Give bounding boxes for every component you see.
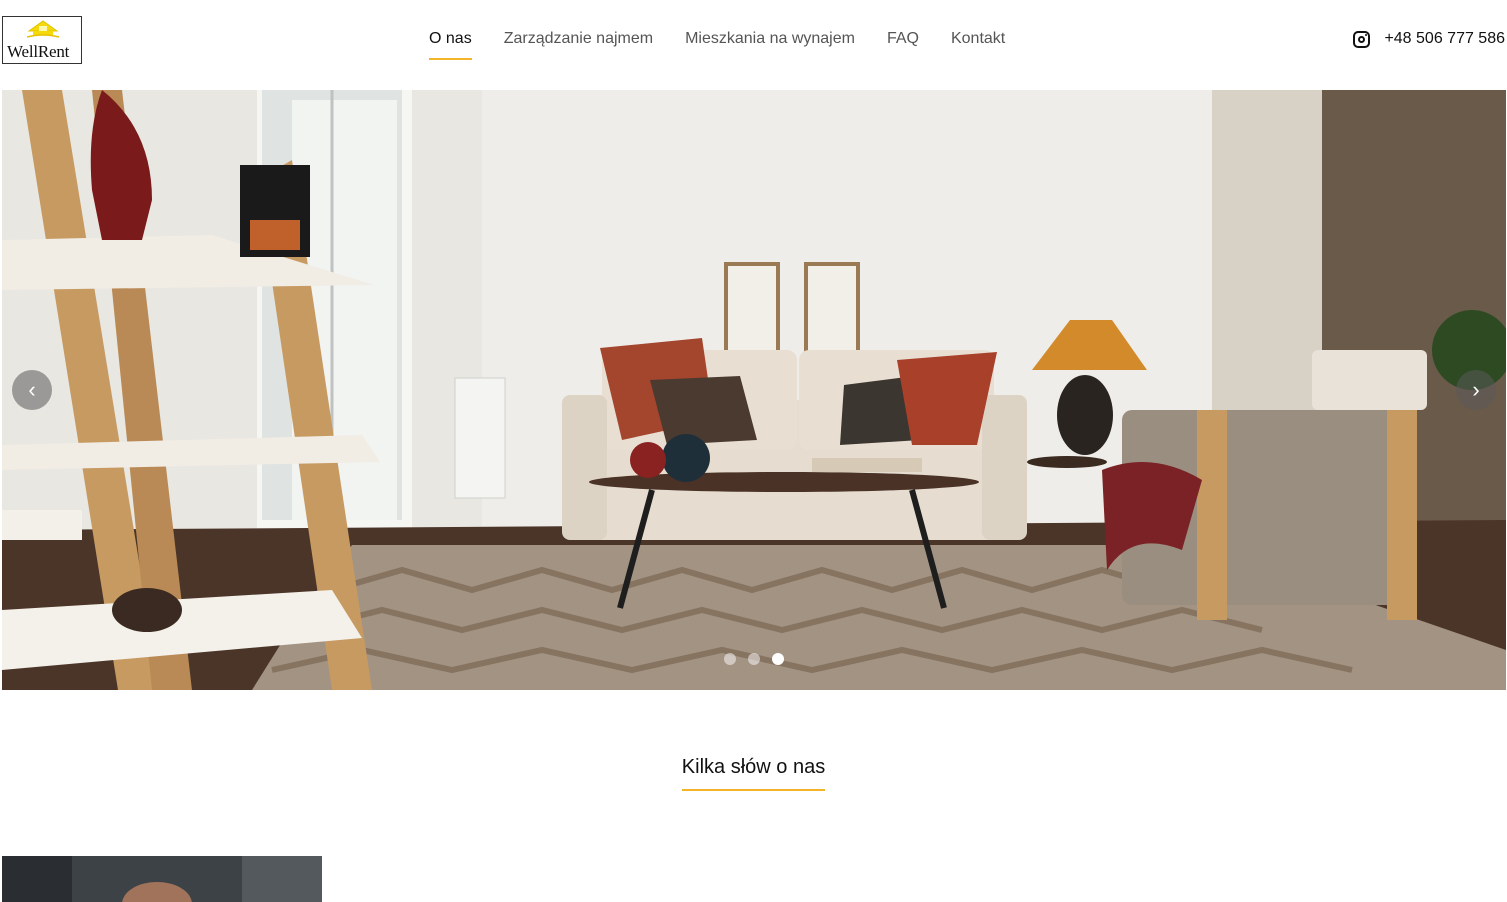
- section-title: Kilka słów o nas: [681, 756, 826, 791]
- about-section-heading: Kilka słów o nas: [0, 756, 1507, 791]
- nav-item-kontakt[interactable]: Kontakt: [951, 30, 1005, 60]
- living-room-interior-photo: [2, 90, 1506, 690]
- slider-prev-button[interactable]: ‹: [12, 370, 52, 410]
- nav-item-o-nas[interactable]: O nas: [429, 30, 472, 60]
- slider-dot-2[interactable]: [748, 653, 760, 665]
- main-nav: O nas Zarządzanie najmem Mieszkania na w…: [429, 30, 1037, 60]
- chevron-right-icon: ›: [1472, 377, 1480, 402]
- slider-dot-1[interactable]: [724, 653, 736, 665]
- person-portrait-photo: [2, 856, 322, 902]
- nav-item-faq[interactable]: FAQ: [887, 30, 919, 60]
- logo[interactable]: WellRent: [2, 16, 82, 64]
- site-header: WellRent O nas Zarządzanie najmem Mieszk…: [0, 0, 1507, 90]
- slider-dot-3[interactable]: [772, 653, 784, 665]
- house-roof-icon: [26, 20, 60, 38]
- phone-number[interactable]: +48 506 777 586: [1384, 30, 1505, 48]
- nav-item-zarzadzanie-najmem[interactable]: Zarządzanie najmem: [504, 30, 653, 60]
- chevron-left-icon: ‹: [28, 377, 36, 402]
- hero-slider: ‹ ›: [2, 90, 1506, 690]
- slider-next-button[interactable]: ›: [1456, 370, 1496, 410]
- logo-text: WellRent: [7, 42, 70, 61]
- header-contact: +48 506 777 586: [1353, 30, 1505, 48]
- slider-dots: [724, 653, 784, 665]
- instagram-icon[interactable]: [1353, 30, 1371, 48]
- nav-item-mieszkania-na-wynajem[interactable]: Mieszkania na wynajem: [685, 30, 855, 60]
